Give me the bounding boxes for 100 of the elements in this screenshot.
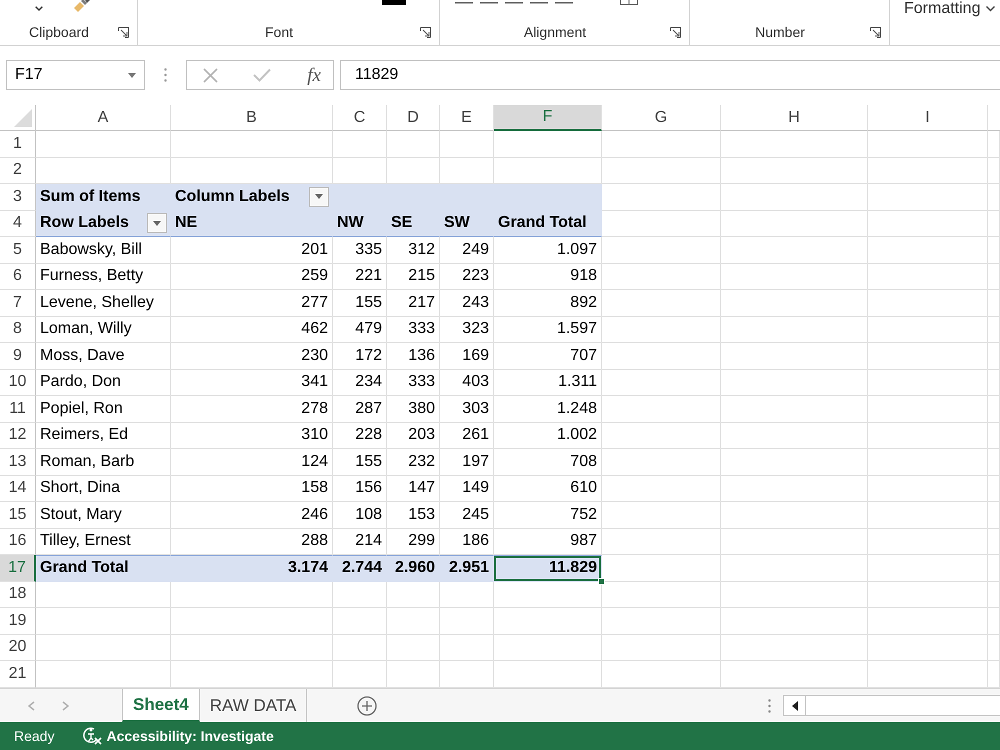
- table-cell: Levene, Shelley: [36, 290, 171, 316]
- empty-cell: [988, 237, 1000, 264]
- row-header[interactable]: 7: [0, 290, 36, 316]
- column-header[interactable]: G: [602, 105, 721, 131]
- chevron-down-icon[interactable]: [35, 6, 43, 11]
- align-lines-icon[interactable]: [555, 0, 573, 4]
- table-cell: 610: [494, 476, 602, 502]
- accessibility-icon[interactable]: [82, 727, 102, 745]
- checkmark-icon[interactable]: [253, 68, 271, 82]
- table-cell: 124: [171, 449, 333, 476]
- table-cell: 335: [333, 237, 387, 264]
- horizontal-scrollbar[interactable]: [783, 695, 1000, 716]
- table-cell: 333: [387, 370, 440, 396]
- row-header[interactable]: 6: [0, 264, 36, 290]
- row-header[interactable]: 2: [0, 158, 36, 184]
- fill-handle[interactable]: [598, 578, 605, 584]
- column-header[interactable]: A: [36, 105, 171, 131]
- table-cell: 708: [494, 449, 602, 476]
- dialog-launcher-icon[interactable]: [670, 27, 681, 38]
- caret-down-icon[interactable]: [128, 72, 136, 78]
- dialog-launcher-icon[interactable]: [870, 27, 881, 38]
- row-header[interactable]: 16: [0, 528, 36, 555]
- filter-dropdown-button[interactable]: [147, 213, 167, 234]
- cell-reference-text: F17: [15, 65, 44, 85]
- table-cell: 752: [494, 502, 602, 528]
- insert-function-button[interactable]: fx: [307, 66, 321, 84]
- column-header[interactable]: F: [494, 105, 602, 131]
- ribbon-group-label: Alignment: [522, 23, 588, 41]
- table-cell: 333: [387, 316, 440, 343]
- row-header[interactable]: 5: [0, 237, 36, 264]
- empty-cell: [333, 582, 387, 608]
- filter-dropdown-button[interactable]: [309, 186, 329, 207]
- row-header[interactable]: 11: [0, 396, 36, 422]
- wrap-text-icon[interactable]: [620, 0, 638, 5]
- formula-input-field[interactable]: 11829: [340, 60, 1000, 90]
- row-header[interactable]: 17: [0, 555, 36, 582]
- ribbon-group-label: Clipboard: [28, 23, 90, 41]
- add-sheet-icon[interactable]: [357, 696, 378, 716]
- empty-cell: [440, 582, 494, 608]
- empty-cell: [988, 264, 1000, 290]
- table-cell: 153: [387, 502, 440, 528]
- paintbrush-icon[interactable]: [73, 0, 91, 13]
- empty-cell: [387, 582, 440, 608]
- table-cell: 380: [387, 396, 440, 422]
- vertical-dots-icon[interactable]: [164, 68, 167, 82]
- table-cell: 892: [494, 290, 602, 316]
- table-cell: 197: [440, 449, 494, 476]
- column-header[interactable]: C: [333, 105, 387, 131]
- align-lines-icon[interactable]: [530, 0, 548, 4]
- row-header[interactable]: 1: [0, 131, 36, 158]
- column-header[interactable]: H: [721, 105, 868, 131]
- row-header[interactable]: 13: [0, 449, 36, 476]
- empty-cell: [988, 370, 1000, 396]
- column-header[interactable]: D: [387, 105, 440, 131]
- row-header[interactable]: 4: [0, 210, 36, 237]
- conditional-formatting-button[interactable]: Formatting: [904, 0, 996, 18]
- empty-cell: [988, 316, 1000, 343]
- row-header[interactable]: 14: [0, 476, 36, 502]
- empty-cell: [387, 634, 440, 661]
- align-lines-icon[interactable]: [455, 0, 473, 4]
- row-header[interactable]: 10: [0, 370, 36, 396]
- pivot-field-label: Row Labels: [40, 213, 130, 234]
- row-header[interactable]: 3: [0, 184, 36, 210]
- row-header[interactable]: 15: [0, 502, 36, 528]
- table-cell: Short, Dina: [36, 476, 171, 502]
- table-cell: 147: [387, 476, 440, 502]
- column-header[interactable]: B: [171, 105, 333, 131]
- pivot-field-label: Column Labels: [175, 186, 291, 207]
- font-color-bar-icon[interactable]: [382, 0, 406, 5]
- vertical-dots-icon[interactable]: [768, 698, 770, 712]
- empty-cell: [387, 131, 440, 158]
- table-cell: 203: [387, 422, 440, 449]
- dialog-launcher-icon[interactable]: [420, 27, 431, 38]
- table-cell: 149: [440, 476, 494, 502]
- row-header[interactable]: 9: [0, 343, 36, 370]
- row-header[interactable]: 12: [0, 422, 36, 449]
- table-cell: Grand Total: [36, 555, 171, 582]
- column-header[interactable]: E: [440, 105, 494, 131]
- table-cell: 323: [440, 316, 494, 343]
- sheet-tab[interactable]: Sheet4: [122, 689, 200, 722]
- row-header[interactable]: 21: [0, 661, 36, 688]
- align-lines-icon[interactable]: [480, 0, 498, 4]
- empty-cell: [440, 634, 494, 661]
- row-header[interactable]: 18: [0, 582, 36, 608]
- accessibility-button[interactable]: Accessibility: Investigate: [106, 726, 274, 746]
- formula-text: 11829: [355, 65, 398, 85]
- table-cell: 918: [494, 264, 602, 290]
- row-header[interactable]: 20: [0, 634, 36, 661]
- row-header[interactable]: 8: [0, 316, 36, 343]
- name-box[interactable]: F17: [6, 60, 145, 90]
- empty-cell: [988, 290, 1000, 316]
- align-lines-icon[interactable]: [505, 0, 523, 4]
- table-cell: Furness, Betty: [36, 264, 171, 290]
- empty-cell: [440, 131, 494, 158]
- column-header[interactable]: I: [868, 105, 988, 131]
- dialog-launcher-icon[interactable]: [118, 27, 129, 38]
- table-cell: 245: [440, 502, 494, 528]
- table-cell: 221: [333, 264, 387, 290]
- row-header[interactable]: 19: [0, 608, 36, 634]
- table-cell: 155: [333, 449, 387, 476]
